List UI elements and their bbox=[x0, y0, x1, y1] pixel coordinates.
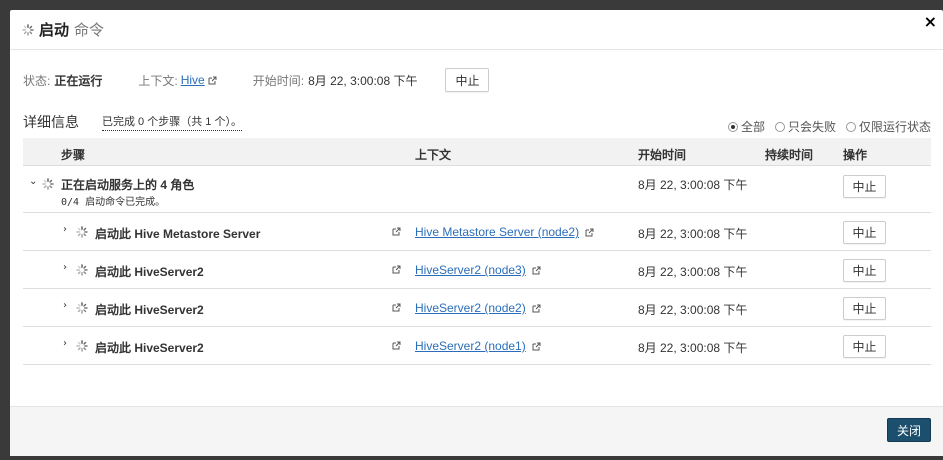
abort-step-button[interactable]: 中止 bbox=[843, 221, 886, 244]
abort-step-button[interactable]: 中止 bbox=[843, 335, 886, 358]
spinner-icon bbox=[76, 264, 88, 276]
step-filter-group: 全部 只会失败 仅限运行状态 bbox=[718, 118, 931, 135]
step-start-time: 8月 22, 3:00:08 下午 bbox=[638, 265, 748, 279]
spinner-icon bbox=[22, 23, 34, 36]
abort-step-button[interactable]: 中止 bbox=[843, 259, 886, 282]
context-link[interactable]: Hive bbox=[181, 73, 205, 87]
role-context-link[interactable]: Hive Metastore Server (node2) bbox=[415, 225, 579, 239]
step-name: 启动此 Hive Metastore Server bbox=[95, 227, 261, 241]
spinner-icon bbox=[42, 178, 54, 190]
column-start-time: 开始时间 bbox=[638, 148, 687, 162]
step-name: 启动此 HiveServer2 bbox=[95, 265, 204, 279]
dialog-title: 启动 bbox=[39, 22, 70, 39]
step-name: 正在启动服务上的 4 角色 bbox=[61, 178, 195, 192]
close-button[interactable]: 关闭 bbox=[887, 418, 931, 442]
role-context-link[interactable]: HiveServer2 (node2) bbox=[415, 301, 526, 315]
column-action: 操作 bbox=[843, 148, 868, 162]
state-value: 正在运行 bbox=[54, 73, 103, 88]
table-row: › 启动此 HiveServer2 HiveServer2 (node2) 8月… bbox=[23, 289, 931, 327]
step-name: 启动此 HiveServer2 bbox=[95, 341, 204, 355]
filter-all[interactable]: 全部 bbox=[727, 118, 765, 135]
status-bar: 状态: 正在运行 上下文: Hive 开始时间: 8月 22, 3:00:08 … bbox=[23, 68, 490, 92]
role-context-link[interactable]: HiveServer2 (node1) bbox=[415, 339, 526, 353]
step-start-time: 8月 22, 3:00:08 下午 bbox=[638, 303, 748, 317]
details-title: 详细信息 bbox=[23, 114, 79, 130]
step-progress: 0/4 启动命令已完成。 bbox=[61, 197, 166, 208]
chevron-right-icon[interactable]: › bbox=[63, 300, 67, 311]
start-label: 开始时间: bbox=[252, 73, 305, 88]
steps-table: 步骤 上下文 开始时间 持续时间 操作 ⌄ 正在启动服务上的 4 角色 0/4 … bbox=[23, 138, 931, 365]
start-value: 8月 22, 3:00:08 下午 bbox=[308, 73, 418, 88]
radio-icon bbox=[727, 121, 738, 132]
column-context: 上下文 bbox=[415, 148, 452, 162]
details-section: 详细信息 已完成 0 个步骤（共 1 个）。 全部 只会失败 仅限运行状态 bbox=[23, 110, 931, 135]
table-row: › 启动此 HiveServer2 HiveServer2 (node3) 8月… bbox=[23, 251, 931, 289]
step-name: 启动此 HiveServer2 bbox=[95, 303, 204, 317]
abort-step-button[interactable]: 中止 bbox=[843, 297, 886, 320]
external-link-icon bbox=[532, 266, 541, 275]
spinner-icon bbox=[76, 302, 88, 314]
role-context-link[interactable]: HiveServer2 (node3) bbox=[415, 263, 526, 277]
radio-icon bbox=[774, 121, 785, 132]
command-dialog: 启动 命令 × 状态: 正在运行 上下文: Hive 开始时间: 8月 22, … bbox=[10, 10, 943, 456]
abort-command-button[interactable]: 中止 bbox=[445, 68, 490, 92]
table-row: › 启动此 Hive Metastore Server Hive Metasto… bbox=[23, 213, 931, 251]
external-link-icon bbox=[532, 304, 541, 313]
chevron-right-icon[interactable]: › bbox=[63, 262, 67, 273]
external-link-icon bbox=[532, 342, 541, 351]
chevron-right-icon[interactable]: › bbox=[63, 338, 67, 349]
dialog-subtitle: 命令 bbox=[74, 22, 105, 39]
spinner-icon bbox=[76, 340, 88, 352]
state-label: 状态: bbox=[23, 73, 51, 88]
table-row: ⌄ 正在启动服务上的 4 角色 0/4 启动命令已完成。 8月 22, 3:00… bbox=[23, 166, 931, 213]
external-link-icon[interactable] bbox=[392, 341, 401, 350]
dialog-footer: 关闭 bbox=[10, 406, 943, 456]
external-link-icon[interactable] bbox=[392, 303, 401, 312]
table-row: › 启动此 HiveServer2 HiveServer2 (node1) 8月… bbox=[23, 327, 931, 365]
abort-step-button[interactable]: 中止 bbox=[843, 175, 886, 198]
chevron-right-icon[interactable]: › bbox=[63, 224, 67, 235]
external-link-icon bbox=[585, 228, 594, 237]
close-icon[interactable]: × bbox=[924, 12, 937, 31]
external-link-icon[interactable] bbox=[392, 227, 401, 236]
filter-running-only[interactable]: 仅限运行状态 bbox=[845, 118, 931, 135]
dialog-header: 启动 命令 bbox=[10, 10, 943, 50]
filter-failed-only[interactable]: 只会失败 bbox=[774, 118, 836, 135]
chevron-down-icon[interactable]: ⌄ bbox=[29, 176, 37, 187]
step-start-time: 8月 22, 3:00:08 下午 bbox=[638, 227, 748, 241]
spinner-icon bbox=[76, 226, 88, 238]
step-start-time: 8月 22, 3:00:08 下午 bbox=[638, 178, 748, 192]
table-header: 步骤 上下文 开始时间 持续时间 操作 bbox=[23, 138, 931, 166]
context-label: 上下文: bbox=[138, 73, 178, 88]
column-duration: 持续时间 bbox=[765, 148, 814, 162]
radio-icon bbox=[845, 121, 856, 132]
step-start-time: 8月 22, 3:00:08 下午 bbox=[638, 341, 748, 355]
column-step: 步骤 bbox=[61, 148, 86, 162]
steps-completed-link[interactable]: 已完成 0 个步骤（共 1 个）。 bbox=[102, 113, 242, 131]
external-link-icon[interactable] bbox=[392, 265, 401, 274]
external-link-icon bbox=[208, 76, 217, 84]
